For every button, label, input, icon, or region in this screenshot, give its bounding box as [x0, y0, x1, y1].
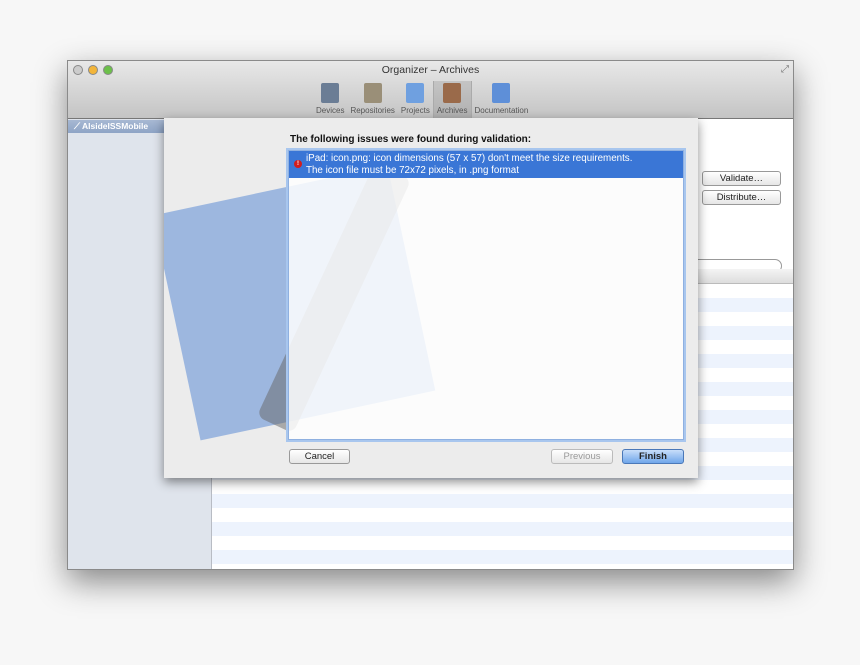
tab-label: Projects [400, 106, 430, 115]
error-icon: ! [294, 160, 302, 168]
title-bar: Organizer – Archives ⤢ Devices Repositor… [68, 61, 793, 119]
sidebar-item-label: AlsideISSMobile [82, 121, 149, 131]
window-title: Organizer – Archives [381, 64, 480, 76]
app-icon: ⟋ [74, 121, 82, 131]
previous-button[interactable]: Previous [551, 449, 613, 464]
tab-label: Documentation [474, 106, 529, 115]
issues-list[interactable]: ! iPad: icon.png: icon dimensions (57 x … [288, 150, 684, 440]
archives-icon [443, 83, 462, 103]
devices-icon [321, 83, 340, 103]
tab-archives[interactable]: Archives [432, 81, 472, 119]
distribute-button[interactable]: Distribute… [702, 190, 781, 205]
finish-button[interactable]: Finish [622, 449, 684, 464]
tab-label: Archives [436, 106, 468, 115]
fullscreen-icon[interactable]: ⤢ [781, 64, 789, 75]
tab-label: Devices [316, 106, 345, 115]
toolbar: Devices Repositories Projects Archives D… [313, 81, 531, 119]
validate-button[interactable]: Validate… [702, 171, 781, 186]
issue-text-line1: iPad: icon.png: icon dimensions (57 x 57… [306, 153, 633, 164]
tab-repositories[interactable]: Repositories [347, 81, 397, 119]
issue-text-line2: The icon file must be 72x72 pixels, in .… [306, 165, 519, 176]
repositories-icon [363, 83, 382, 103]
tab-label: Repositories [350, 106, 395, 115]
validation-sheet: The following issues were found during v… [164, 118, 698, 478]
cancel-button[interactable]: Cancel [289, 449, 350, 464]
projects-icon [406, 83, 425, 103]
documentation-icon [492, 83, 511, 103]
sheet-heading: The following issues were found during v… [290, 134, 532, 145]
tab-devices[interactable]: Devices [313, 81, 347, 119]
issue-row[interactable]: ! iPad: icon.png: icon dimensions (57 x … [289, 151, 683, 178]
tab-documentation[interactable]: Documentation [472, 81, 532, 119]
tab-projects[interactable]: Projects [398, 81, 433, 119]
